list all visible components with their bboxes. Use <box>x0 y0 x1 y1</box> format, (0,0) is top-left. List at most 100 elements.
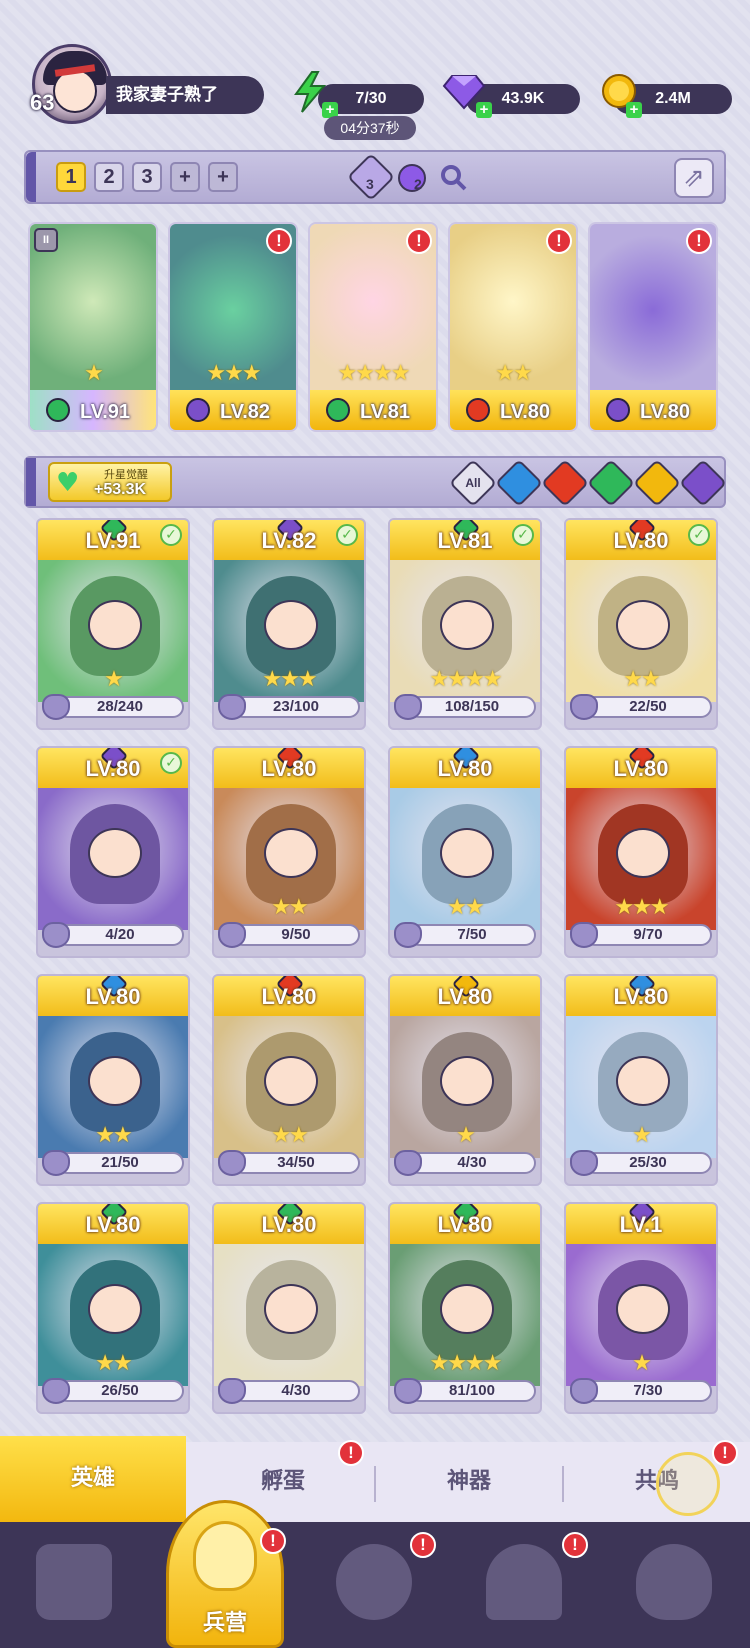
fragment-icon <box>42 922 70 948</box>
hero-card[interactable]: LV.82 ✓ ★★★ 23/100 <box>212 518 366 730</box>
water-filter-icon[interactable] <box>494 458 544 508</box>
lineup-slot-2[interactable]: ! ★★★ LV.82 <box>168 222 298 432</box>
star-rating: ★★★★ <box>429 667 503 692</box>
fragment-progress: 28/240 <box>42 694 186 720</box>
hero-card[interactable]: LV.80 ★★ 26/50 <box>36 1202 190 1414</box>
fragment-icon <box>570 694 598 720</box>
hero-card[interactable]: LV.80 ★★ 9/50 <box>212 746 366 958</box>
hero-face <box>88 828 142 878</box>
tab-artifacts[interactable]: 神器 <box>376 1442 562 1522</box>
team-tab-add-1[interactable]: + <box>170 162 200 192</box>
hero-card[interactable]: LV.80 ★★ 7/50 <box>388 746 542 958</box>
fragment-count: 26/50 <box>101 1382 139 1399</box>
magnifier-icon[interactable] <box>438 162 468 192</box>
alert-badge: ! <box>266 228 292 254</box>
lineup-slot-5[interactable]: ! LV.80 <box>588 222 718 432</box>
resonance-alert-badge: ! <box>712 1440 738 1466</box>
hero-level: LV.80 <box>261 756 317 781</box>
star-rating: ★★★ <box>262 667 317 692</box>
fragment-icon <box>394 1378 422 1404</box>
hero-level: LV.1 <box>619 1212 663 1237</box>
fragment-icon <box>218 1378 246 1404</box>
hero-face <box>440 600 494 650</box>
star-rating: ★★ <box>447 895 484 920</box>
fragment-progress: 4/20 <box>42 922 186 948</box>
fragment-progress: 7/50 <box>394 922 538 948</box>
hero-card[interactable]: LV.80 ★★★★ 81/100 <box>388 1202 542 1414</box>
star-rating: ★★ <box>95 1351 132 1376</box>
fire-filter-icon[interactable] <box>540 458 590 508</box>
fragment-icon <box>394 694 422 720</box>
fragment-icon <box>570 1150 598 1176</box>
guild-icon[interactable] <box>636 1544 712 1620</box>
hero-card[interactable]: LV.80 ✓ ★★ 22/50 <box>564 518 718 730</box>
dark-filter-icon[interactable] <box>678 458 728 508</box>
fragment-count: 34/50 <box>277 1154 315 1171</box>
filter-bar-accent <box>26 458 36 506</box>
fragment-count: 9/70 <box>633 926 663 943</box>
water-gem-count: 3 <box>366 176 374 192</box>
hero-card[interactable]: LV.80 ★ 4/30 <box>388 974 542 1186</box>
hero-card[interactable]: LV.80 ★★ 21/50 <box>36 974 190 1186</box>
hero-face <box>440 828 494 878</box>
hero-card[interactable]: LV.80 4/30 <box>212 1202 366 1414</box>
book-icon[interactable] <box>336 1544 412 1620</box>
hero-face <box>264 1056 318 1106</box>
heart-icon: ♥ <box>56 468 80 498</box>
fragment-icon <box>218 922 246 948</box>
check-icon: ✓ <box>160 524 182 546</box>
fragment-progress: 26/50 <box>42 1378 186 1404</box>
fragment-count: 28/240 <box>97 698 143 715</box>
awaken-power-button[interactable]: ♥ 升星觉醒 +53.3K <box>48 462 172 502</box>
share-icon[interactable]: ⇗ <box>674 158 714 198</box>
fragment-progress: 7/30 <box>570 1378 714 1404</box>
fragment-progress: 25/30 <box>570 1150 714 1176</box>
fragment-progress: 34/50 <box>218 1150 362 1176</box>
tab-heroes[interactable]: 英雄 <box>0 1436 186 1522</box>
hero-card[interactable]: LV.91 ✓ ★ 28/240 <box>36 518 190 730</box>
team-tab-1[interactable]: 1 <box>56 162 86 192</box>
star-rating: ★ <box>456 1123 476 1148</box>
wind-filter-icon[interactable] <box>586 458 636 508</box>
gold-plus-button[interactable]: + <box>626 102 642 118</box>
hero-level: LV.80 <box>437 984 493 1009</box>
team-tab-add-2[interactable]: + <box>208 162 238 192</box>
hero-level: LV.80 <box>437 1212 493 1237</box>
hero-card[interactable]: LV.81 ✓ ★★★★ 108/150 <box>388 518 542 730</box>
castle-icon[interactable] <box>486 1544 562 1620</box>
fragment-count: 23/100 <box>273 698 319 715</box>
energy-timer: 04分37秒 <box>324 116 416 140</box>
gem-plus-button[interactable]: + <box>476 102 492 118</box>
light-filter-icon[interactable] <box>632 458 682 508</box>
lineup-slot-1[interactable]: II ★ LV.91 <box>28 222 158 432</box>
hero-grid: LV.91 ✓ ★ 28/240 LV.82 ✓ ★★★ 23/100 LV.81 ✓ ★★★★ 10… <box>36 518 720 1414</box>
sparkle-ring-icon <box>656 1452 720 1516</box>
fragment-icon <box>570 1378 598 1404</box>
nav-barracks-button[interactable]: 兵营 <box>166 1500 284 1648</box>
filter-all[interactable]: All <box>448 458 498 508</box>
star-rating: ★★ <box>623 667 660 692</box>
hero-card[interactable]: LV.80 ★★★ 9/70 <box>564 746 718 958</box>
book-alert-badge: ! <box>410 1532 436 1558</box>
lineup-slot-3[interactable]: ! ★★★★ LV.81 <box>308 222 438 432</box>
team-tab-2[interactable]: 2 <box>94 162 124 192</box>
hero-card[interactable]: LV.80 ✓ 4/20 <box>36 746 190 958</box>
fragment-icon <box>394 922 422 948</box>
fragment-icon <box>218 694 246 720</box>
hero-face <box>616 828 670 878</box>
fragment-icon <box>42 1378 70 1404</box>
hero-level: LV.80 <box>613 756 669 781</box>
cards-icon[interactable] <box>36 1544 112 1620</box>
fragment-count: 22/50 <box>629 698 667 715</box>
hero-face <box>440 1284 494 1334</box>
star-rating: ★ <box>104 667 124 692</box>
hero-card[interactable]: LV.1 ★ 7/30 <box>564 1202 718 1414</box>
hero-card[interactable]: LV.80 ★ 25/30 <box>564 974 718 1186</box>
hero-level: LV.80 <box>261 1212 317 1237</box>
star-rating: ★★ <box>271 895 308 920</box>
hero-card[interactable]: LV.80 ★★ 34/50 <box>212 974 366 1186</box>
castle-alert-badge: ! <box>562 1532 588 1558</box>
lineup-slot-4[interactable]: ! ★★ LV.80 <box>448 222 578 432</box>
team-tab-3[interactable]: 3 <box>132 162 162 192</box>
player-name[interactable]: 我家妻子熟了 <box>106 76 264 114</box>
